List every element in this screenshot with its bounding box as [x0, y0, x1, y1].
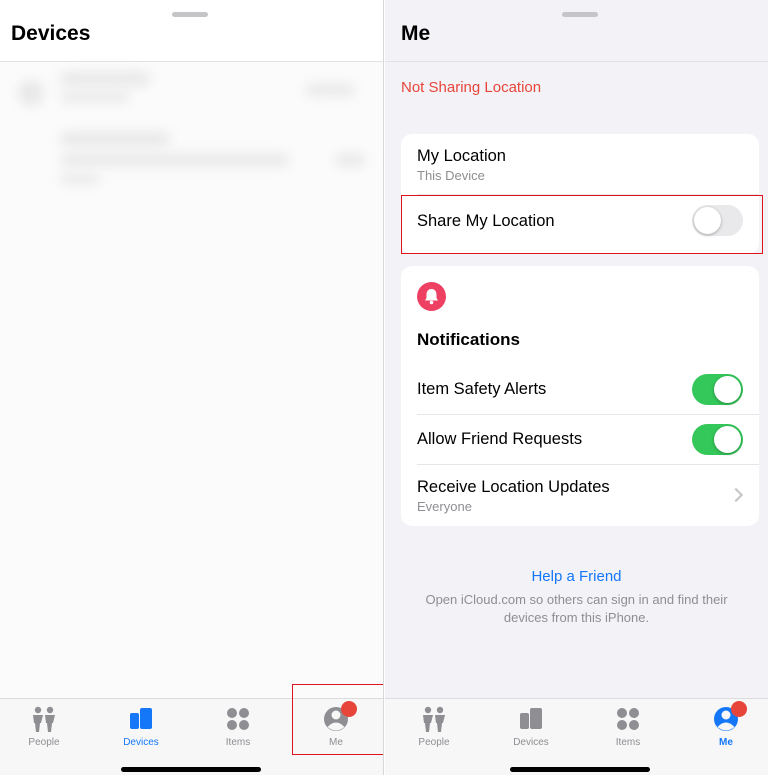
- blurred-device-name: [60, 132, 170, 146]
- blurred-device-detail: [60, 154, 290, 166]
- sheet-grabber[interactable]: [562, 12, 598, 17]
- divider: [385, 61, 768, 62]
- item-safety-toggle[interactable]: [692, 374, 743, 405]
- people-icon: [33, 706, 55, 732]
- my-location-device: This Device: [417, 168, 485, 183]
- toggle-knob: [714, 426, 741, 453]
- toggle-knob: [714, 376, 741, 403]
- notifications-card: Notifications Item Safety Alerts Allow F…: [401, 266, 759, 526]
- blurred-device-distance: [335, 154, 365, 166]
- items-icon: [227, 708, 249, 730]
- tab-items[interactable]: Items: [582, 705, 674, 751]
- blurred-device-detail: [60, 174, 100, 184]
- tab-label: Devices: [123, 737, 159, 748]
- location-updates-title: Receive Location Updates: [417, 478, 610, 496]
- blurred-device-icon: [18, 80, 44, 106]
- location-updates-value: Everyone: [417, 499, 472, 514]
- notifications-heading: Notifications: [417, 330, 520, 349]
- my-location-row: My Location This Device: [417, 147, 743, 183]
- tab-bar: People Devices Items Me: [385, 698, 768, 775]
- page-title: Me: [401, 22, 431, 45]
- location-updates-row[interactable]: Receive Location Updates Everyone: [417, 478, 743, 514]
- tab-label: People: [28, 737, 60, 748]
- tab-label: People: [418, 737, 450, 748]
- tab-label: Items: [615, 737, 641, 748]
- items-icon: [617, 708, 639, 730]
- location-status-text: Not Sharing Location: [401, 79, 542, 96]
- friend-requests-toggle[interactable]: [692, 424, 743, 455]
- bell-glyph: [425, 289, 438, 305]
- home-indicator: [510, 767, 650, 772]
- tab-devices[interactable]: Devices: [485, 705, 577, 751]
- divider: [417, 464, 759, 465]
- people-icon: [423, 706, 445, 732]
- blurred-device-list: [0, 62, 383, 698]
- highlight-me-tab: [292, 684, 383, 755]
- devices-icon: [130, 708, 152, 729]
- blurred-device-name: [60, 72, 150, 86]
- my-location-title: My Location: [417, 147, 506, 165]
- tab-me[interactable]: Me: [680, 701, 768, 751]
- help-a-friend-link[interactable]: Help a Friend: [385, 568, 768, 585]
- blurred-device-detail: [60, 92, 130, 102]
- blurred-device-distance: [305, 84, 355, 96]
- notification-badge: [731, 701, 747, 717]
- tab-items[interactable]: Items: [192, 705, 284, 751]
- highlight-share-location: [401, 195, 763, 254]
- tab-label: Me: [719, 737, 733, 748]
- home-indicator: [121, 767, 261, 772]
- tab-label: Items: [225, 737, 251, 748]
- devices-icon: [520, 708, 542, 729]
- bell-icon: [417, 282, 446, 311]
- page-title: Devices: [11, 22, 91, 45]
- help-description: Open iCloud.com so others can sign in an…: [425, 592, 728, 625]
- tab-people[interactable]: People: [388, 705, 480, 751]
- tab-label: Devices: [513, 737, 549, 748]
- tab-people[interactable]: People: [0, 705, 90, 751]
- devices-panel: Devices People Devices Items Me: [0, 0, 384, 775]
- sheet-grabber[interactable]: [172, 12, 208, 17]
- tab-devices[interactable]: Devices: [95, 705, 187, 751]
- me-panel: Me Not Sharing Location My Location This…: [385, 0, 768, 775]
- divider: [417, 414, 759, 415]
